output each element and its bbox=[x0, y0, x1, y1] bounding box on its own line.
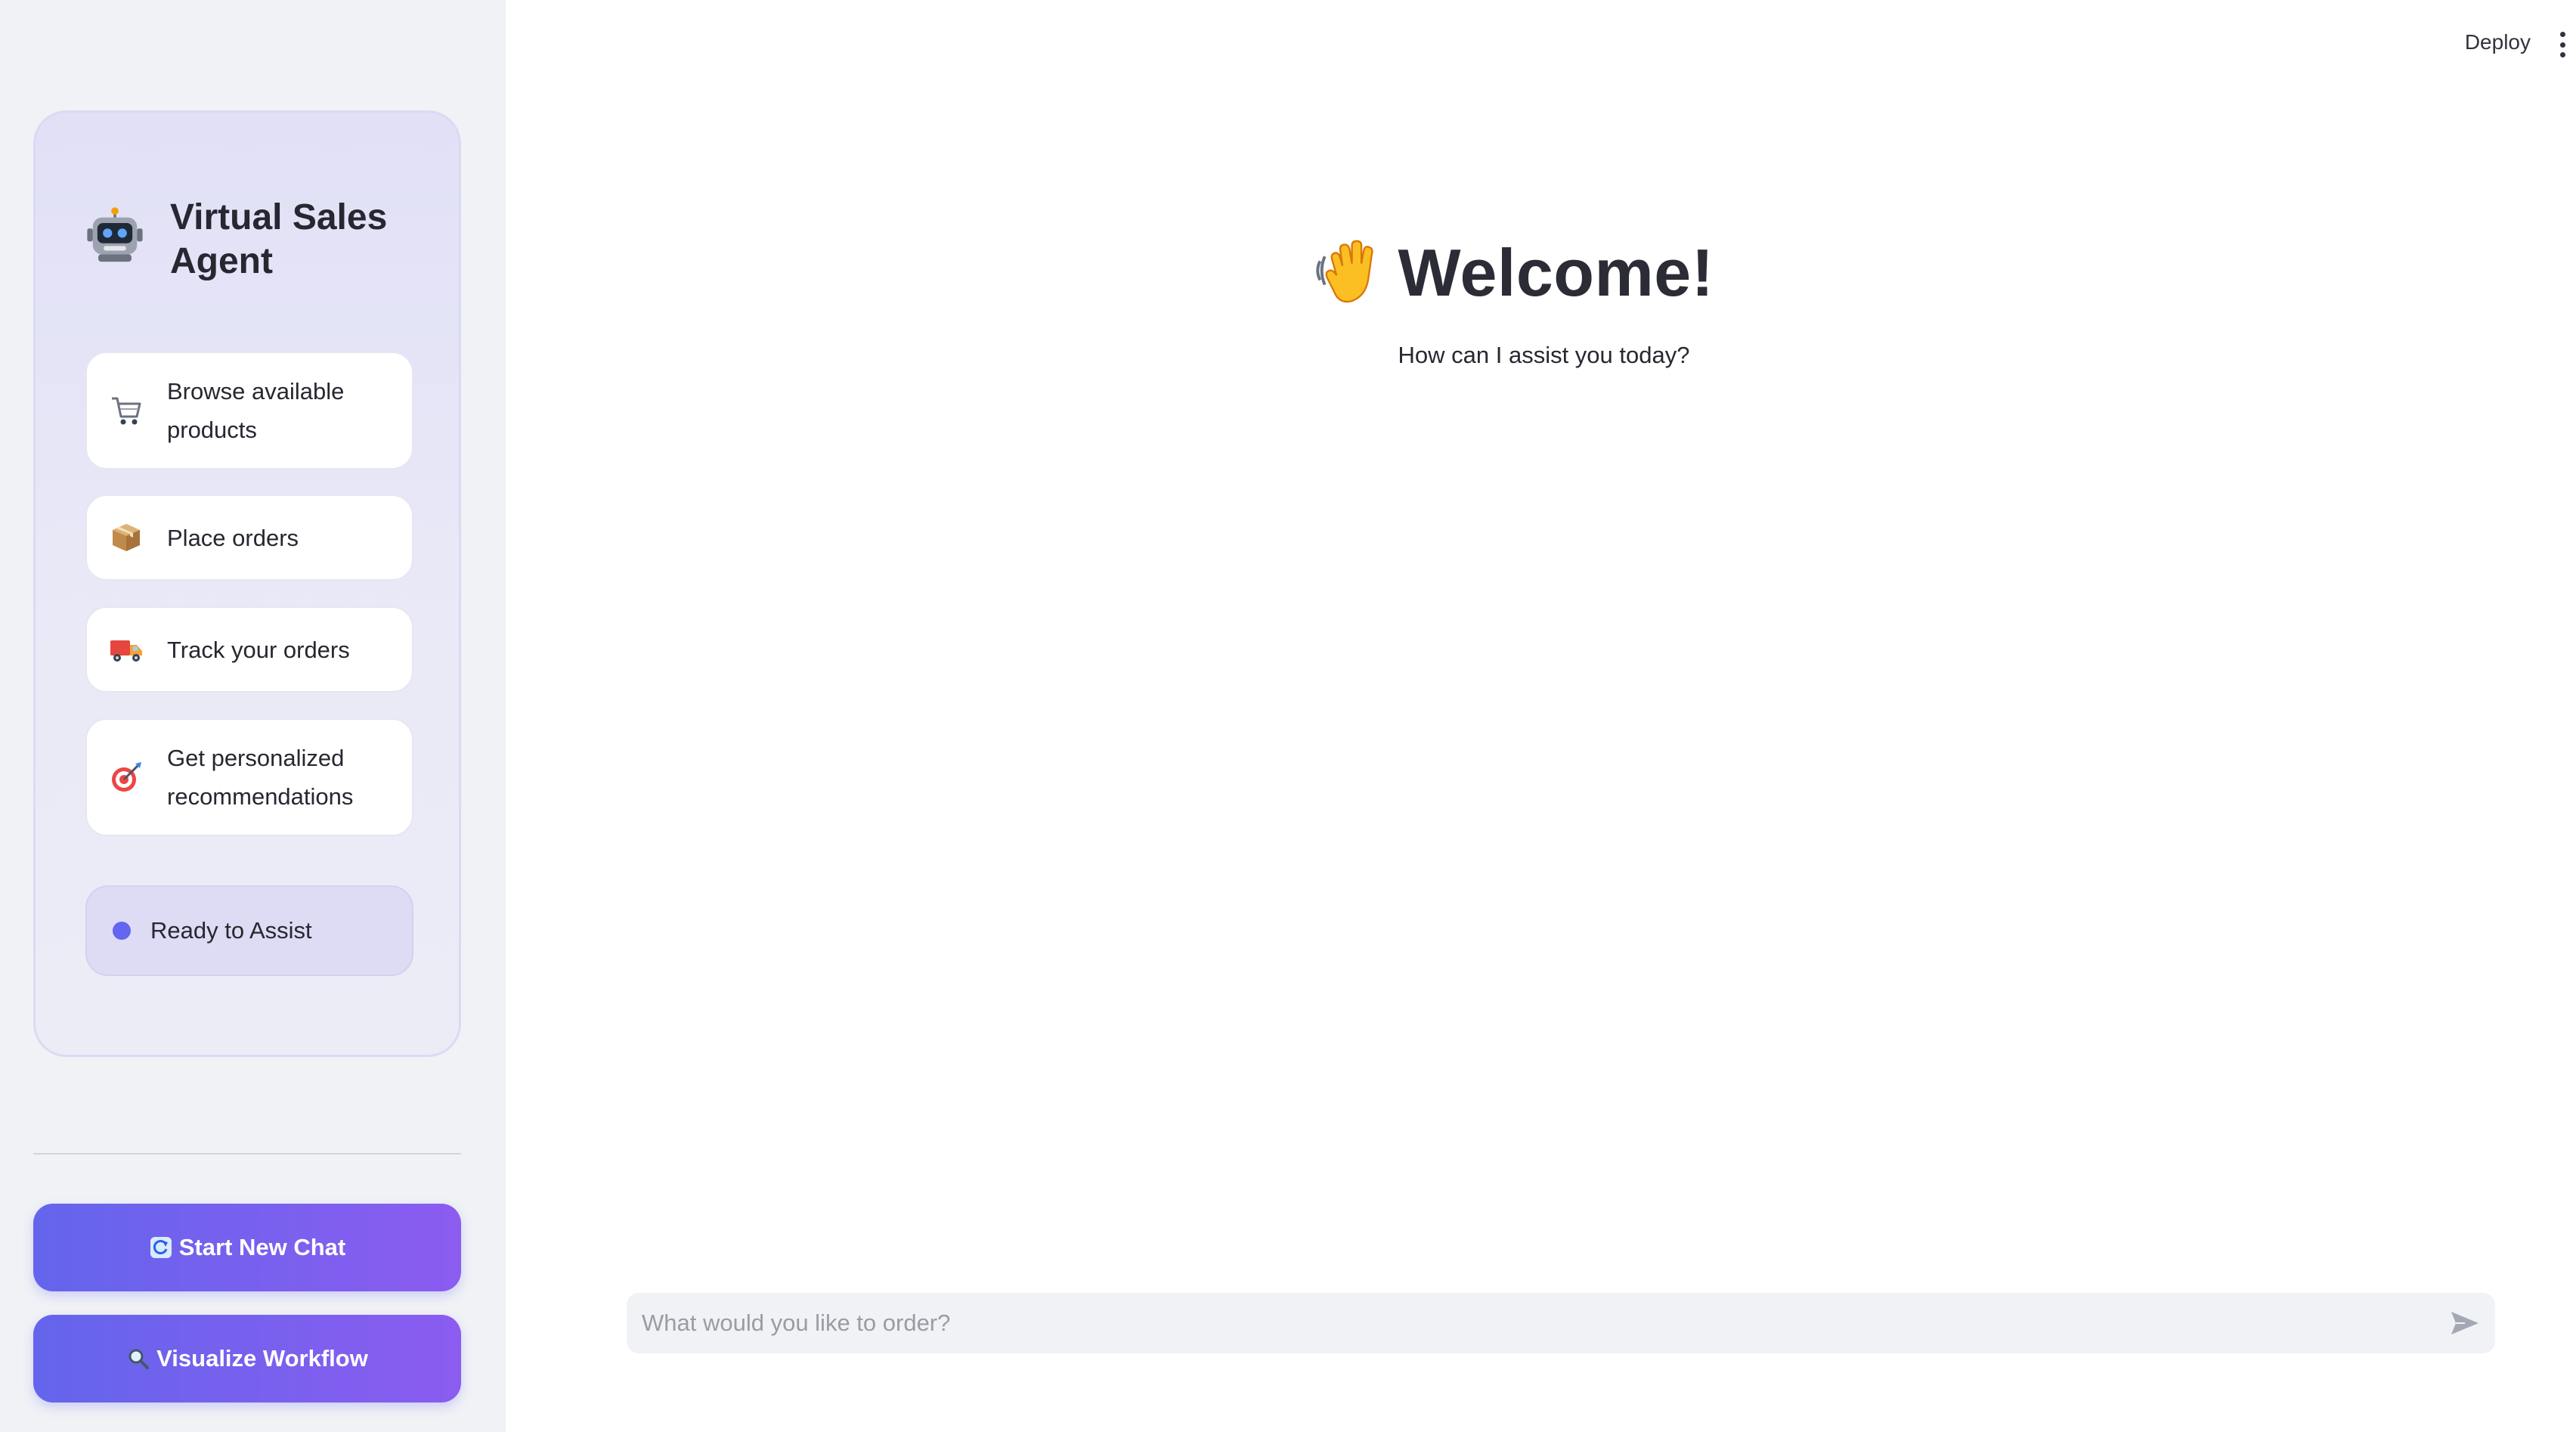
sidebar: Virtual Sales Agent Browse available pro… bbox=[0, 0, 506, 1432]
package-icon bbox=[108, 519, 144, 556]
start-new-chat-label: Start New Chat bbox=[178, 1234, 346, 1260]
feature-label: Browse available products bbox=[167, 378, 345, 443]
agent-card: Virtual Sales Agent Browse available pro… bbox=[33, 110, 461, 1057]
more-options-icon[interactable] bbox=[2553, 32, 2571, 57]
feature-place-orders[interactable]: Place orders bbox=[85, 494, 413, 581]
robot-icon bbox=[87, 207, 143, 262]
welcome-title: Welcome! bbox=[1398, 235, 1714, 310]
agent-title: Virtual Sales Agent bbox=[170, 197, 388, 281]
visualize-workflow-button[interactable]: Visualize Workflow bbox=[33, 1315, 461, 1403]
chat-input-bar bbox=[627, 1293, 2495, 1353]
welcome-subtitle: How can I assist you today? bbox=[506, 342, 2576, 369]
visualize-workflow-label: Visualize Workflow bbox=[156, 1345, 368, 1372]
status-text: Ready to Assist bbox=[150, 917, 312, 944]
chat-input[interactable] bbox=[640, 1309, 2448, 1337]
subtitle-text: How can I assist you today? bbox=[1398, 342, 1690, 368]
agent-header: Virtual Sales Agent bbox=[85, 196, 397, 284]
feature-recommendations[interactable]: Get personalized recommendations bbox=[85, 718, 413, 836]
shopping-cart-icon bbox=[108, 392, 144, 429]
feature-label: Place orders bbox=[167, 524, 299, 551]
waving-hand-icon bbox=[1316, 240, 1374, 303]
send-icon[interactable] bbox=[2448, 1306, 2482, 1340]
refresh-icon bbox=[149, 1235, 173, 1260]
start-new-chat-button[interactable]: Start New Chat bbox=[33, 1204, 461, 1291]
status-dot bbox=[113, 922, 131, 940]
sidebar-divider bbox=[33, 1153, 461, 1155]
delivery-truck-icon bbox=[108, 631, 144, 668]
feature-label: Get personalized recommendations bbox=[167, 745, 354, 810]
status-badge: Ready to Assist bbox=[85, 885, 413, 976]
feature-track-orders[interactable]: Track your orders bbox=[85, 606, 413, 693]
main-area: Deploy Welcome! How can I assist you tod… bbox=[506, 0, 2576, 1432]
target-icon bbox=[108, 759, 144, 795]
deploy-button[interactable]: Deploy bbox=[2465, 30, 2531, 54]
feature-browse-products[interactable]: Browse available products bbox=[85, 352, 413, 470]
feature-label: Track your orders bbox=[167, 636, 350, 663]
magnifier-icon bbox=[126, 1347, 150, 1371]
welcome-heading: Welcome! bbox=[506, 234, 2576, 312]
